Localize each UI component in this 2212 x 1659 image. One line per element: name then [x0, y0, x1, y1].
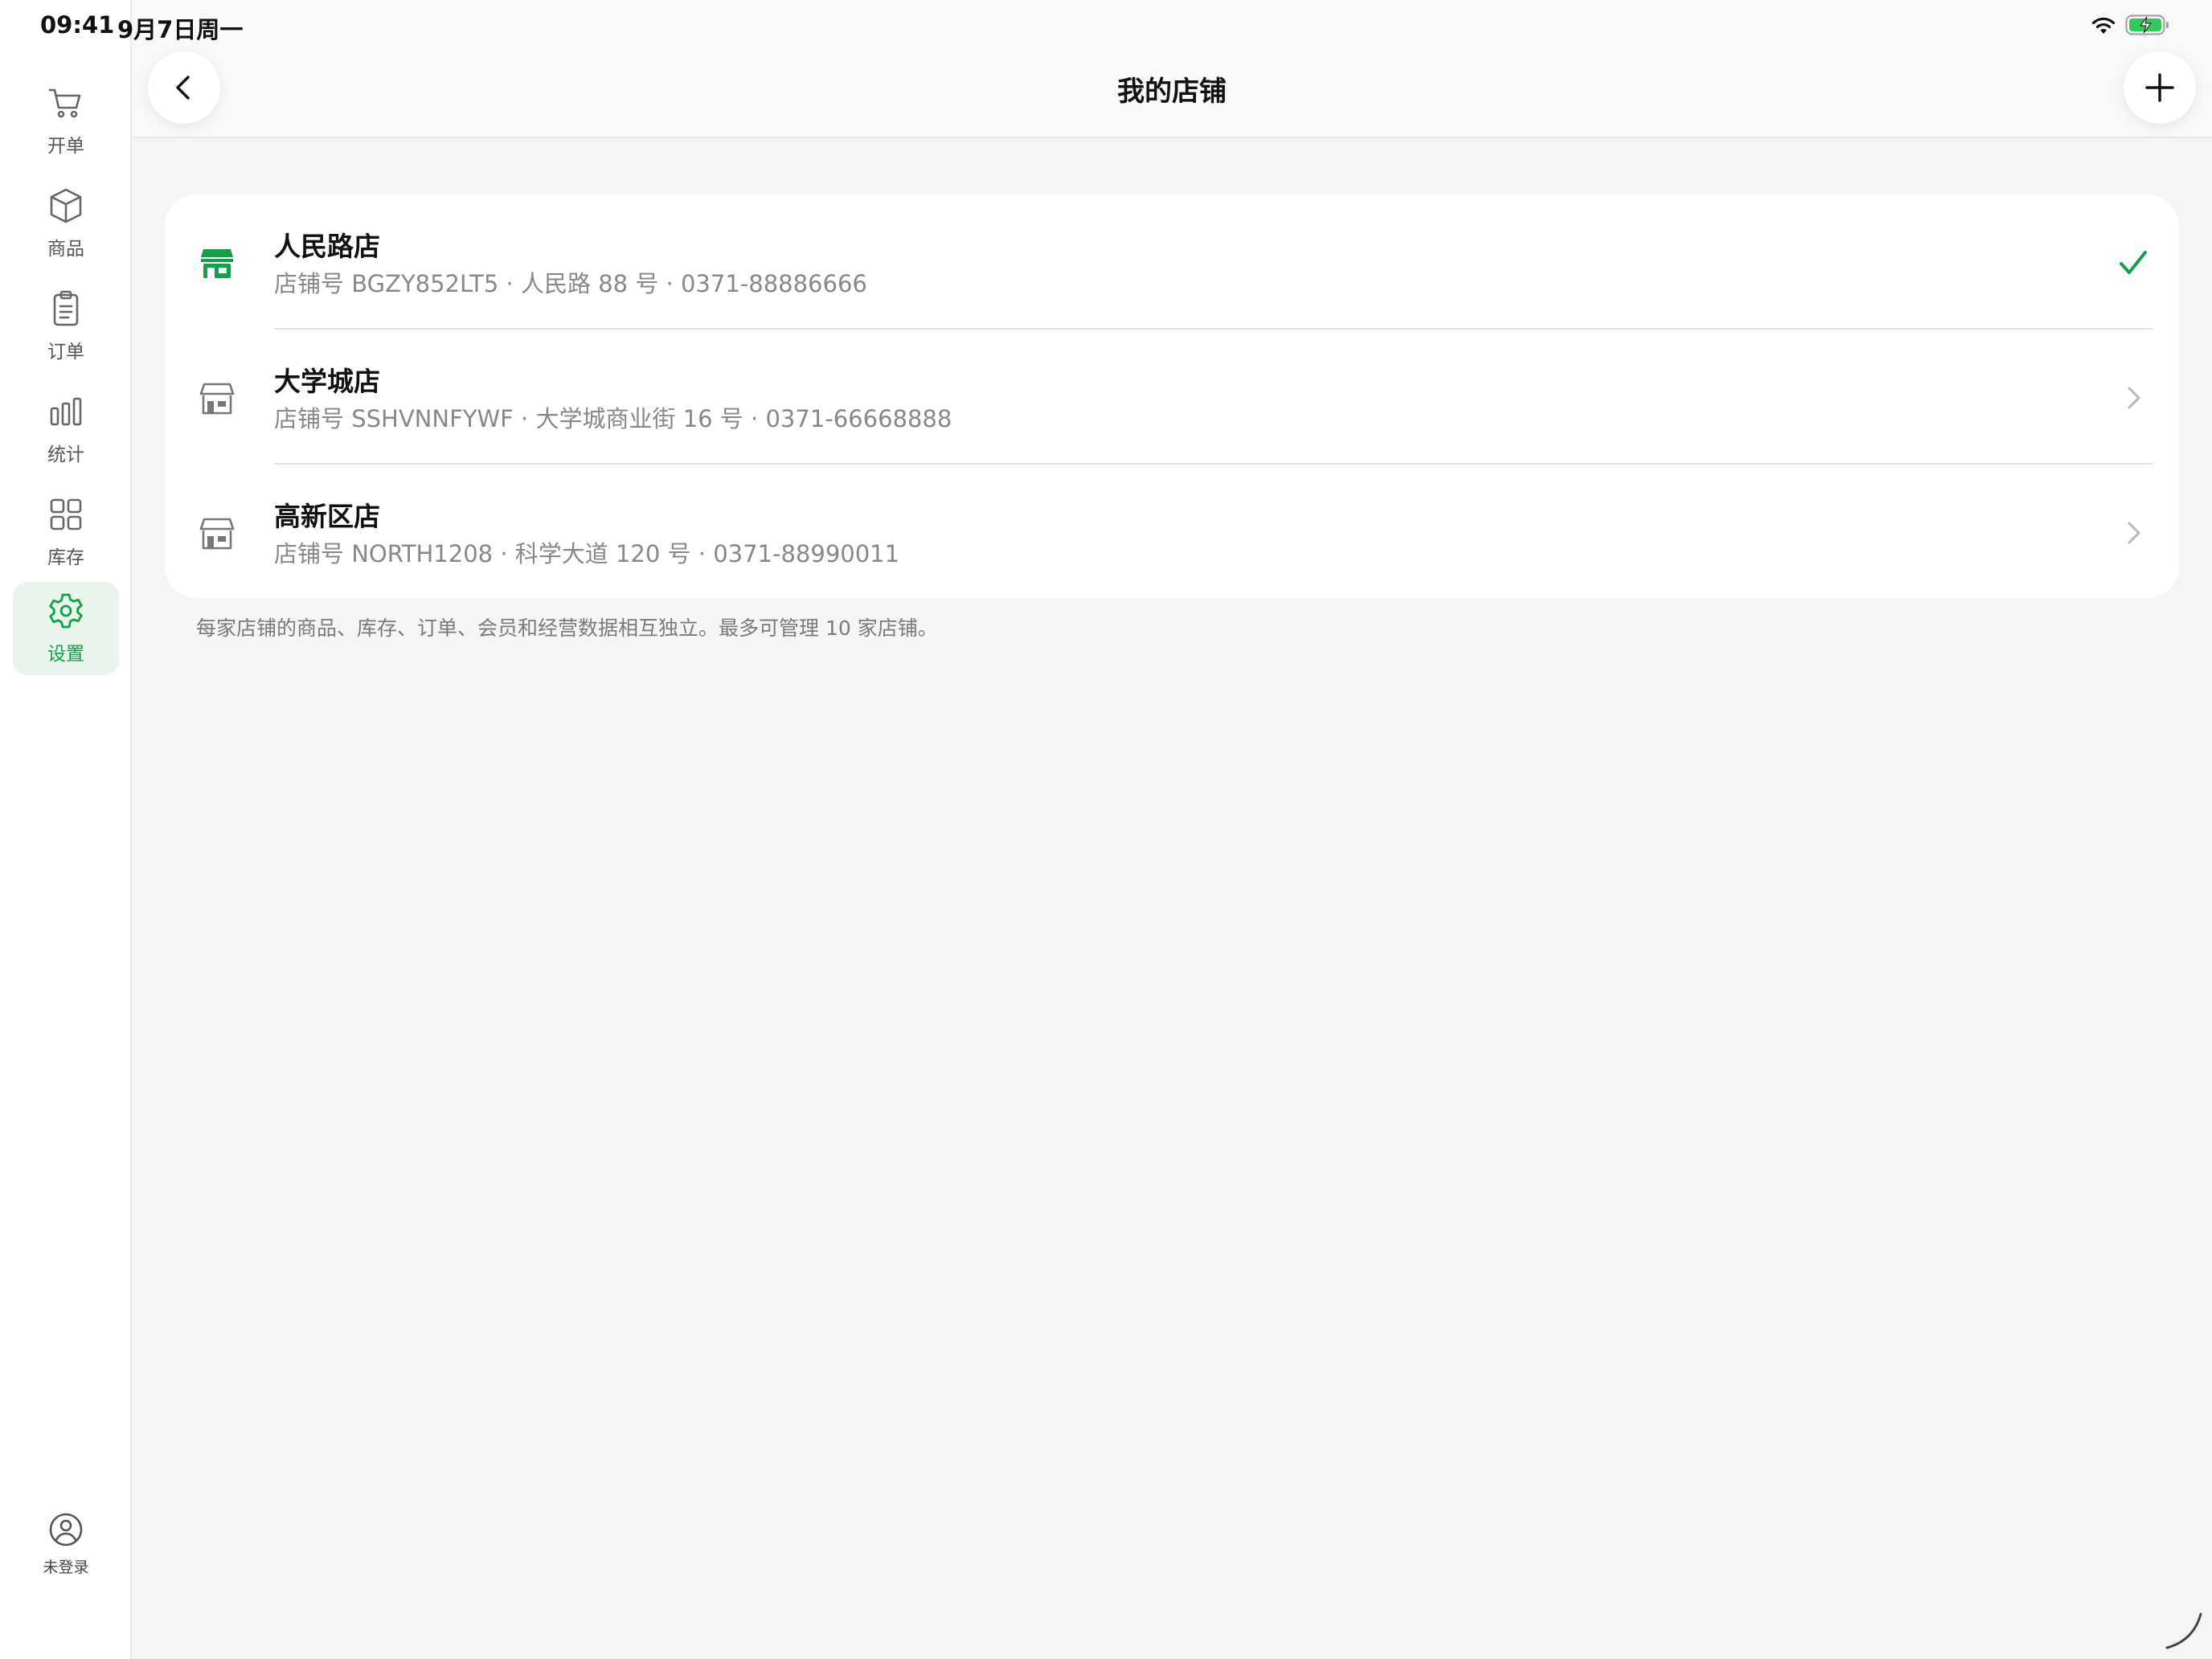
status-bar: 09:41 9月7日周一	[0, 0, 2212, 51]
screen: 开单 商品 订单 统计 库存 设置 未登录 我的店铺 09:41 9月7日周一 …	[0, 0, 2212, 1659]
plus-icon	[2145, 73, 2174, 102]
chevron-right-icon	[2128, 387, 2140, 409]
battery-charging-icon	[2125, 14, 2169, 35]
status-date: 9月7日周一	[117, 16, 244, 43]
sidebar-item-settings[interactable]: 设置	[13, 582, 119, 675]
status-icons	[2090, 13, 2170, 37]
store-detail: 店铺号 NORTH1208 · 科学大道 120 号 · 0371-889900…	[274, 540, 900, 567]
sidebar-item-open-order[interactable]: 开单	[13, 74, 119, 167]
checkmark-icon	[2120, 251, 2147, 274]
add-store-button[interactable]	[2124, 51, 2196, 124]
store-row[interactable]: 大学城店 店铺号 SSHVNNFYWF · 大学城商业街 16 号 · 0371…	[165, 330, 2179, 465]
wifi-icon	[2091, 17, 2116, 34]
store-name: 人民路店	[274, 231, 380, 262]
grid-icon	[50, 498, 82, 530]
user-circle-icon	[49, 1513, 83, 1546]
store-detail: 店铺号 SSHVNNFYWF · 大学城商业街 16 号 · 0371-6666…	[274, 405, 952, 432]
store-icon	[201, 249, 233, 278]
sidebar-item-orders[interactable]: 订单	[13, 280, 119, 373]
sidebar-item-label: 统计	[47, 444, 84, 465]
status-time: 09:41	[40, 11, 115, 39]
store-name: 高新区店	[274, 501, 380, 532]
sidebar-item-label: 订单	[47, 342, 84, 363]
sidebar-item-label: 库存	[47, 547, 84, 568]
store-row[interactable]: 人民路店 店铺号 BGZY852LT5 · 人民路 88 号 · 0371-88…	[165, 195, 2179, 330]
footer-note: 每家店铺的商品、库存、订单、会员和经营数据相互独立。最多可管理 10 家店铺。	[196, 616, 938, 640]
sidebar-item-label: 设置	[47, 644, 84, 665]
store-icon	[199, 383, 235, 415]
sidebar-item-label: 开单	[47, 136, 84, 157]
account-button[interactable]: 未登录	[13, 1503, 119, 1583]
sidebar-item-products[interactable]: 商品	[13, 177, 119, 270]
clipboard-icon	[53, 290, 79, 326]
store-icon	[199, 518, 235, 550]
chevron-right-icon	[2128, 522, 2140, 544]
sidebar: 开单 商品 订单 统计 库存 设置 未登录	[0, 0, 132, 1659]
store-row[interactable]: 高新区店 店铺号 NORTH1208 · 科学大道 120 号 · 0371-8…	[165, 465, 2179, 598]
bar-chart-icon	[50, 397, 82, 426]
resize-handle-icon	[2165, 1612, 2202, 1649]
store-name: 大学城店	[274, 366, 380, 397]
gear-icon	[49, 593, 83, 629]
store-detail: 店铺号 BGZY852LT5 · 人民路 88 号 · 0371-8888666…	[274, 270, 867, 297]
page-title: 我的店铺	[1117, 76, 1227, 108]
cart-icon	[48, 88, 81, 118]
sidebar-item-stats[interactable]: 统计	[13, 383, 119, 476]
box-icon	[50, 188, 82, 223]
store-list: 人民路店 店铺号 BGZY852LT5 · 人民路 88 号 · 0371-88…	[165, 195, 2179, 598]
sidebar-item-label: 商品	[47, 239, 84, 260]
account-label: 未登录	[43, 1558, 89, 1576]
sidebar-item-inventory[interactable]: 库存	[13, 485, 119, 579]
